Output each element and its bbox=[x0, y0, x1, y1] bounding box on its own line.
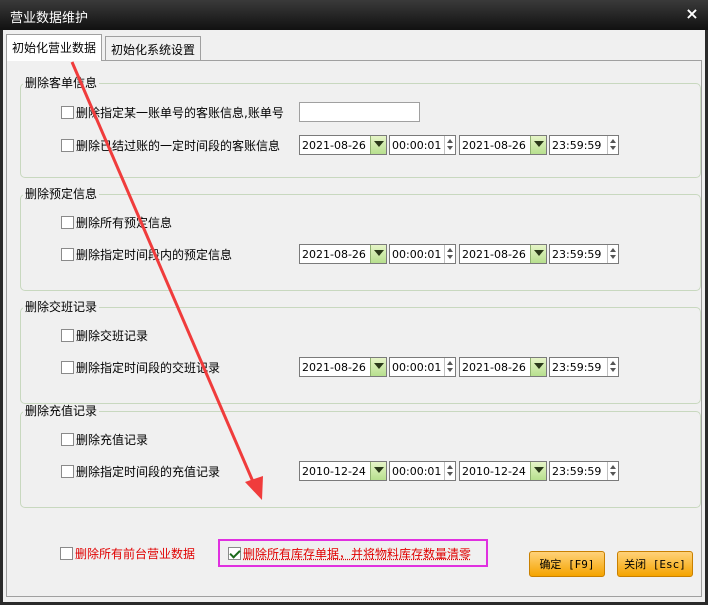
time-spin-icon[interactable] bbox=[444, 358, 455, 376]
tab-init-business-data[interactable]: 初始化营业数据 bbox=[6, 34, 103, 61]
group-bill-legend: 删除客单信息 bbox=[23, 76, 100, 90]
booking-end-time-value: 23:59:59 bbox=[552, 247, 602, 261]
bill-start-date-picker[interactable]: 2021-08-26 bbox=[299, 135, 387, 155]
booking-start-time-field[interactable]: 00:00:01 bbox=[389, 244, 456, 264]
close-button[interactable]: 关闭 [Esc] bbox=[617, 551, 693, 577]
checkbox-clear-stock[interactable] bbox=[228, 546, 241, 560]
shift-end-date-value: 2021-08-26 bbox=[462, 360, 526, 374]
row-delete-recharge-period: 删除指定时间段的充值记录 bbox=[61, 462, 220, 480]
shift-start-date-value: 2021-08-26 bbox=[302, 360, 366, 374]
shift-start-date-picker[interactable]: 2021-08-26 bbox=[299, 357, 387, 377]
booking-end-time-field[interactable]: 23:59:59 bbox=[549, 244, 619, 264]
shift-start-time-value: 00:00:01 bbox=[392, 360, 442, 374]
group-booking-info: 删除预定信息 删除所有预定信息 删除指定时间段内的预定信息 2021-08-26… bbox=[20, 187, 701, 291]
chevron-down-icon[interactable] bbox=[370, 358, 386, 376]
label-delete-shift-period: 删除指定时间段的交班记录 bbox=[76, 360, 221, 375]
bill-end-time-field[interactable]: 23:59:59 bbox=[549, 135, 619, 155]
close-icon[interactable]: × bbox=[684, 5, 700, 23]
time-spin-icon[interactable] bbox=[607, 245, 618, 263]
chevron-down-icon[interactable] bbox=[530, 136, 546, 154]
booking-end-date-value: 2021-08-26 bbox=[462, 247, 526, 261]
label-delete-all-bookings: 删除所有预定信息 bbox=[76, 215, 173, 230]
recharge-start-date-value: 2010-12-24 bbox=[302, 464, 366, 478]
group-shift-records: 删除交班记录 删除交班记录 删除指定时间段的交班记录 2021-08-26 00… bbox=[20, 300, 701, 404]
shift-end-time-value: 23:59:59 bbox=[552, 360, 602, 374]
label-delete-recharge-period: 删除指定时间段的充值记录 bbox=[76, 464, 221, 479]
group-bill-info: 删除客单信息 删除指定某一账单号的客账信息,账单号 删除已结过账的一定时间段的客… bbox=[20, 76, 701, 178]
row-delete-all-recharges: 删除充值记录 bbox=[61, 430, 148, 448]
checkbox-delete-shift-period[interactable] bbox=[61, 360, 74, 374]
recharge-start-time-value: 00:00:01 bbox=[392, 464, 442, 478]
title-bar: 营业数据维护 × bbox=[0, 0, 708, 30]
bill-start-time-field[interactable]: 00:00:01 bbox=[389, 135, 456, 155]
booking-start-time-value: 00:00:01 bbox=[392, 247, 442, 261]
time-spin-icon[interactable] bbox=[607, 136, 618, 154]
bill-end-date-value: 2021-08-26 bbox=[462, 138, 526, 152]
checkbox-delete-all-shifts[interactable] bbox=[61, 328, 74, 342]
label-delete-all-recharges: 删除充值记录 bbox=[76, 432, 149, 447]
time-spin-icon[interactable] bbox=[444, 136, 455, 154]
time-spin-icon[interactable] bbox=[444, 462, 455, 480]
chevron-down-icon[interactable] bbox=[530, 358, 546, 376]
bill-end-time-value: 23:59:59 bbox=[552, 138, 602, 152]
recharge-end-date-value: 2010-12-24 bbox=[462, 464, 526, 478]
chevron-down-icon[interactable] bbox=[530, 245, 546, 263]
shift-start-time-field[interactable]: 00:00:01 bbox=[389, 357, 456, 377]
time-spin-icon[interactable] bbox=[607, 358, 618, 376]
bill-start-date-value: 2021-08-26 bbox=[302, 138, 366, 152]
dialog-client: 初始化营业数据 初始化系统设置 删除客单信息 删除指定某一账单号的客账信息,账单… bbox=[3, 30, 705, 602]
checkbox-delete-bill-period[interactable] bbox=[61, 138, 74, 152]
group-recharge-records: 删除充值记录 删除充值记录 删除指定时间段的充值记录 2010-12-24 00… bbox=[20, 404, 701, 508]
recharge-end-time-value: 23:59:59 bbox=[552, 464, 602, 478]
checkbox-delete-all-recharges[interactable] bbox=[61, 432, 74, 446]
label-clear-stock: 删除所有库存单据，并将物料库存数量清零 bbox=[243, 546, 472, 561]
bill-end-date-picker[interactable]: 2021-08-26 bbox=[459, 135, 547, 155]
tab-init-system-settings[interactable]: 初始化系统设置 bbox=[105, 36, 202, 60]
row-delete-shift-period: 删除指定时间段的交班记录 bbox=[61, 358, 220, 376]
checkbox-delete-specific-bill[interactable] bbox=[61, 105, 74, 119]
booking-start-date-value: 2021-08-26 bbox=[302, 247, 366, 261]
row-delete-all-bookings: 删除所有预定信息 bbox=[61, 213, 172, 231]
checkbox-delete-booking-period[interactable] bbox=[61, 247, 74, 261]
row-delete-specific-bill: 删除指定某一账单号的客账信息,账单号 bbox=[61, 103, 284, 121]
tab-panel: 删除客单信息 删除指定某一账单号的客账信息,账单号 删除已结过账的一定时间段的客… bbox=[6, 60, 702, 597]
window-title: 营业数据维护 bbox=[10, 11, 89, 26]
time-spin-icon[interactable] bbox=[444, 245, 455, 263]
bill-start-time-value: 00:00:01 bbox=[392, 138, 442, 152]
row-delete-all-shifts: 删除交班记录 bbox=[61, 326, 148, 344]
label-delete-booking-period: 删除指定时间段内的预定信息 bbox=[76, 247, 233, 262]
checkbox-delete-all-frontdesk[interactable] bbox=[60, 546, 73, 560]
bill-number-input[interactable] bbox=[299, 102, 420, 122]
row-delete-booking-period: 删除指定时间段内的预定信息 bbox=[61, 245, 232, 263]
dialog-window: 营业数据维护 × 初始化营业数据 初始化系统设置 删除客单信息 删除指定某一账单… bbox=[0, 0, 708, 605]
time-spin-icon[interactable] bbox=[607, 462, 618, 480]
label-delete-specific-bill: 删除指定某一账单号的客账信息,账单号 bbox=[76, 105, 284, 120]
confirm-button[interactable]: 确定 [F9] bbox=[529, 551, 605, 577]
chevron-down-icon[interactable] bbox=[370, 462, 386, 480]
recharge-start-time-field[interactable]: 00:00:01 bbox=[389, 461, 456, 481]
group-booking-legend: 删除预定信息 bbox=[23, 187, 100, 201]
chevron-down-icon[interactable] bbox=[370, 136, 386, 154]
checkbox-delete-recharge-period[interactable] bbox=[61, 464, 74, 478]
label-delete-all-shifts: 删除交班记录 bbox=[76, 328, 149, 343]
recharge-end-date-picker[interactable]: 2010-12-24 bbox=[459, 461, 547, 481]
group-shift-legend: 删除交班记录 bbox=[23, 300, 100, 314]
shift-end-time-field[interactable]: 23:59:59 bbox=[549, 357, 619, 377]
group-recharge-legend: 删除充值记录 bbox=[23, 404, 100, 418]
label-delete-all-frontdesk: 删除所有前台营业数据 bbox=[75, 546, 196, 561]
booking-end-date-picker[interactable]: 2021-08-26 bbox=[459, 244, 547, 264]
recharge-start-date-picker[interactable]: 2010-12-24 bbox=[299, 461, 387, 481]
chevron-down-icon[interactable] bbox=[370, 245, 386, 263]
chevron-down-icon[interactable] bbox=[530, 462, 546, 480]
recharge-end-time-field[interactable]: 23:59:59 bbox=[549, 461, 619, 481]
booking-start-date-picker[interactable]: 2021-08-26 bbox=[299, 244, 387, 264]
checkbox-delete-all-bookings[interactable] bbox=[61, 215, 74, 229]
row-delete-all-frontdesk: 删除所有前台营业数据 bbox=[60, 544, 195, 562]
row-clear-stock: 删除所有库存单据，并将物料库存数量清零 bbox=[228, 544, 471, 562]
shift-end-date-picker[interactable]: 2021-08-26 bbox=[459, 357, 547, 377]
label-delete-bill-period: 删除已结过账的一定时间段的客账信息 bbox=[76, 138, 281, 153]
row-delete-bill-period: 删除已结过账的一定时间段的客账信息 bbox=[61, 136, 280, 154]
